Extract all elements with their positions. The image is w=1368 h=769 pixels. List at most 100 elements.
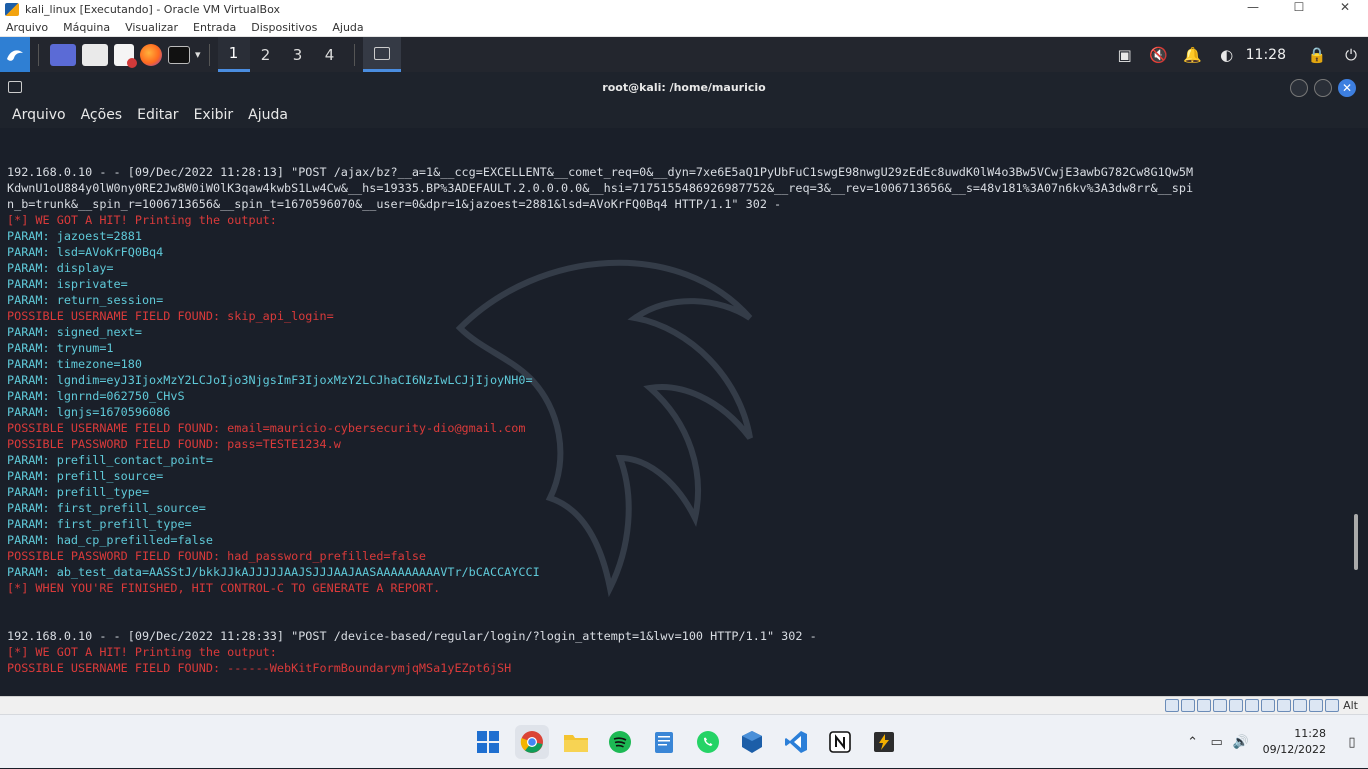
notepad-app[interactable]: [647, 725, 681, 759]
panel-clock[interactable]: 11:28: [1246, 47, 1286, 63]
start-button[interactable]: [471, 725, 505, 759]
mouse-integration-icon[interactable]: [1309, 699, 1324, 712]
terminal-title: root@kali: /home/mauricio: [602, 80, 766, 94]
vbox-menu-entrada[interactable]: Entrada: [193, 21, 236, 34]
vbox-titlebar: kali_linux [Executando] - Oracle VM Virt…: [0, 0, 1368, 18]
kali-panel: ▾ 1 2 3 4 ▣ 🔇 🔔 ◐ 11:28 🔒 ⏻: [0, 37, 1368, 72]
cpu-icon[interactable]: [1293, 699, 1308, 712]
terminal-line: POSSIBLE USERNAME FIELD FOUND: email=mau…: [7, 421, 526, 435]
host-key-label: Alt: [1343, 699, 1358, 712]
shared-folders-icon[interactable]: [1245, 699, 1260, 712]
windows-taskbar: ⌃ ▭ 🔊 11:28 09/12/2022 ▯: [0, 714, 1368, 768]
terminal-line: PARAM: trynum=1: [7, 341, 114, 355]
lightning-icon: [874, 732, 894, 752]
workspace-3[interactable]: 3: [282, 37, 314, 72]
spotify-app[interactable]: [603, 725, 637, 759]
lock-screen-icon[interactable]: 🔒: [1300, 37, 1334, 72]
chevron-up-icon[interactable]: ⌃: [1181, 735, 1205, 750]
display-icon[interactable]: ▣: [1108, 37, 1142, 72]
notification-icon[interactable]: ▯: [1340, 735, 1364, 750]
terminal-line: PARAM: isprivate=: [7, 277, 128, 291]
terminal-output[interactable]: 192.168.0.10 - - [09/Dec/2022 11:28:13] …: [0, 128, 1368, 696]
speaker-icon[interactable]: 🔊: [1229, 735, 1253, 750]
display-icon[interactable]: [1261, 699, 1276, 712]
terminal-menu-arquivo[interactable]: Arquivo: [12, 107, 66, 123]
power-manager-icon[interactable]: ◐: [1210, 37, 1244, 72]
system-clock[interactable]: 11:28 09/12/2022: [1263, 726, 1326, 758]
terminal-maximize-button[interactable]: [1314, 79, 1332, 97]
keyboard-capture-icon[interactable]: [1325, 699, 1340, 712]
kali-menu-button[interactable]: [0, 37, 30, 72]
whatsapp-app[interactable]: [691, 725, 725, 759]
terminal-line: [*] WE GOT A HIT! Printing the output:: [7, 645, 277, 659]
terminal-launcher-icon[interactable]: [168, 45, 190, 64]
notion-icon: [829, 731, 851, 753]
vscode-app[interactable]: [779, 725, 813, 759]
terminal-menu-exibir[interactable]: Exibir: [194, 107, 234, 123]
terminal-line: PARAM: first_prefill_type=: [7, 517, 192, 531]
terminal-line: POSSIBLE USERNAME FIELD FOUND: skip_api_…: [7, 309, 334, 323]
vbox-menu-arquivo[interactable]: Arquivo: [6, 21, 48, 34]
terminal-scrollbar[interactable]: [1354, 514, 1358, 570]
terminal-icon: [373, 46, 390, 60]
vscode-icon: [785, 731, 807, 753]
hard-disk-icon[interactable]: [1165, 699, 1180, 712]
usb-icon[interactable]: [1229, 699, 1244, 712]
file-manager-icon[interactable]: [82, 43, 108, 66]
firefox-icon[interactable]: [140, 43, 162, 66]
vbox-window-title: kali_linux [Executando] - Oracle VM Virt…: [25, 2, 280, 16]
terminal-line: PARAM: display=: [7, 261, 114, 275]
terminal-line: PARAM: prefill_type=: [7, 485, 150, 499]
system-date: 09/12/2022: [1262, 743, 1326, 756]
terminal-line: [*] WHEN YOU'RE FINISHED, HIT CONTROL-C …: [7, 581, 441, 595]
notification-bell-icon[interactable]: 🔔: [1176, 37, 1210, 72]
workspace-4[interactable]: 4: [314, 37, 346, 72]
notepad-icon: [655, 732, 673, 753]
terminal-line: PARAM: first_prefill_source=: [7, 501, 206, 515]
terminal-menu-acoes[interactable]: Ações: [81, 107, 123, 123]
terminal-line: POSSIBLE PASSWORD FIELD FOUND: had_passw…: [7, 549, 427, 563]
workspace-1[interactable]: 1: [217, 37, 250, 72]
system-tray: ⌃ ▭ 🔊 11:28 09/12/2022 ▯: [1181, 715, 1368, 769]
chrome-icon: [520, 731, 543, 753]
network-icon[interactable]: [1213, 699, 1228, 712]
terminal-menu-ajuda[interactable]: Ajuda: [248, 107, 288, 123]
workspace-2[interactable]: 2: [250, 37, 282, 72]
text-editor-icon[interactable]: [114, 43, 137, 68]
volume-muted-icon[interactable]: 🔇: [1142, 37, 1176, 72]
vbox-menu-visualizar[interactable]: Visualizar: [125, 21, 178, 34]
terminal-line: PARAM: jazoest=2881: [7, 229, 142, 243]
logout-icon[interactable]: ⏻: [1334, 37, 1368, 72]
maximize-button[interactable]: ☐: [1276, 0, 1322, 18]
vbox-menu-maquina[interactable]: Máquina: [63, 21, 110, 34]
virtualbox-app[interactable]: [735, 725, 769, 759]
taskbar-terminal-window[interactable]: [362, 37, 401, 72]
close-button[interactable]: ✕: [1322, 0, 1368, 18]
terminal-line: 192.168.0.10 - - [09/Dec/2022 11:28:13] …: [7, 165, 1194, 179]
vbox-menu-dispositivos[interactable]: Dispositivos: [251, 21, 317, 34]
optical-drive-icon[interactable]: [1181, 699, 1196, 712]
terminal-line: PARAM: ab_test_data=AASStJ/bkkJJkAJJJJJA…: [7, 565, 540, 579]
recording-icon[interactable]: [1277, 699, 1292, 712]
terminal-close-button[interactable]: ✕: [1338, 79, 1356, 97]
terminal-line: PARAM: prefill_source=: [7, 469, 164, 483]
terminal-minimize-button[interactable]: [1290, 79, 1308, 97]
vbox-menubar: Arquivo Máquina Visualizar Entrada Dispo…: [0, 18, 1368, 37]
audio-icon[interactable]: [1197, 699, 1212, 712]
ftp-client-app[interactable]: [867, 725, 901, 759]
terminal-line: PARAM: prefill_contact_point=: [7, 453, 213, 467]
terminal-line: POSSIBLE USERNAME FIELD FOUND: ------Web…: [7, 661, 512, 675]
chevron-down-icon[interactable]: ▾: [195, 48, 201, 61]
chrome-app[interactable]: [515, 725, 549, 759]
notion-app[interactable]: [823, 725, 857, 759]
vbox-menu-ajuda[interactable]: Ajuda: [332, 21, 363, 34]
panel-separator: [353, 43, 355, 66]
terminal-window-icon: [8, 81, 22, 93]
show-desktop-icon[interactable]: [50, 43, 76, 66]
minimize-button[interactable]: —: [1230, 0, 1276, 18]
monitor-icon[interactable]: ▭: [1205, 735, 1229, 750]
file-explorer-app[interactable]: [559, 725, 593, 759]
terminal-menu-editar[interactable]: Editar: [137, 107, 178, 123]
